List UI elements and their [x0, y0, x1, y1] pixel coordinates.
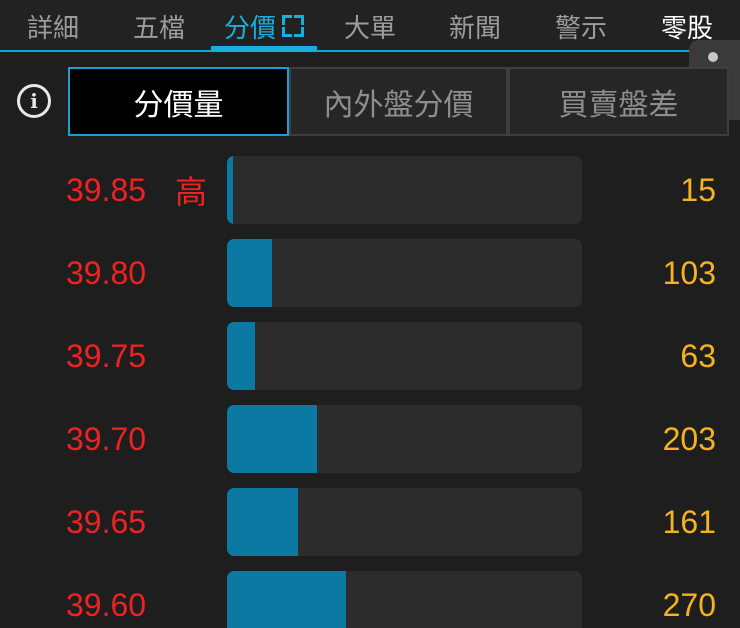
row-volume: 161 [662, 503, 716, 540]
app-root: 詳細 五檔 分價 大單 新聞 警示 零股 i 分價量 內外盤分價 買賣盤差 39… [0, 0, 740, 628]
tab-details-label: 詳細 [26, 13, 79, 44]
row-price: 39.60 [66, 586, 147, 623]
segment-bid-ask-diff-label: 買賣盤差 [558, 87, 679, 123]
volume-bar-fill [227, 239, 272, 307]
price-row: 39.65 161 [0, 488, 740, 556]
active-tab-indicator [211, 46, 317, 52]
row-marker: 高 [175, 173, 208, 211]
price-row: 39.75 63 [0, 322, 740, 390]
row-price: 39.85 [66, 171, 147, 208]
price-row: 39.85 高 15 [0, 156, 740, 224]
segment-price-volume[interactable]: 分價量 [68, 67, 289, 136]
row-price: 39.70 [66, 420, 147, 457]
volume-bar-fill [227, 405, 317, 473]
segment-price-volume-label: 分價量 [133, 87, 224, 123]
volume-bar-track [227, 571, 582, 628]
row-price: 39.75 [66, 337, 147, 374]
volume-bar-track [227, 322, 582, 390]
volume-bar-fill [227, 322, 255, 390]
row-volume: 103 [662, 254, 716, 291]
volume-bar-track [227, 156, 582, 224]
tab-five-levels[interactable]: 五檔 [106, 0, 212, 52]
segment-bid-ask-diff[interactable]: 買賣盤差 [508, 67, 729, 136]
volume-bar-track [227, 239, 582, 307]
row-volume: 270 [662, 586, 716, 623]
volume-bar-fill [227, 156, 233, 224]
tab-news-label: 新聞 [448, 13, 501, 44]
volume-bar-fill [227, 571, 346, 628]
volume-bar-track [227, 488, 582, 556]
row-volume: 63 [680, 337, 716, 374]
tab-alerts[interactable]: 警示 [528, 0, 634, 52]
tab-price-distribution-label: 分價 [223, 13, 276, 44]
row-price: 39.65 [66, 503, 147, 540]
volume-bar-track [227, 405, 582, 473]
tab-large-orders-label: 大單 [343, 13, 396, 44]
tab-news[interactable]: 新聞 [422, 0, 528, 52]
price-row: 39.80 103 [0, 239, 740, 307]
segment-inner-outer[interactable]: 內外盤分價 [289, 67, 508, 136]
price-row: 39.70 203 [0, 405, 740, 473]
tab-details[interactable]: 詳細 [0, 0, 106, 52]
tab-price-distribution[interactable]: 分價 [211, 0, 317, 52]
row-price: 39.80 [66, 254, 147, 291]
tab-five-levels-label: 五檔 [132, 13, 185, 44]
row-volume: 203 [662, 420, 716, 457]
price-row: 39.60 270 [0, 571, 740, 628]
tab-large-orders[interactable]: 大單 [317, 0, 423, 52]
volume-bar-fill [227, 488, 298, 556]
tab-alerts-label: 警示 [554, 13, 607, 44]
tab-odd-lot-label: 零股 [660, 13, 713, 44]
row-volume: 15 [680, 171, 716, 208]
top-tab-bar: 詳細 五檔 分價 大單 新聞 警示 零股 [0, 0, 740, 52]
segment-inner-outer-label: 內外盤分價 [323, 87, 474, 123]
info-icon[interactable]: i [17, 84, 51, 118]
expand-icon[interactable] [282, 15, 304, 37]
